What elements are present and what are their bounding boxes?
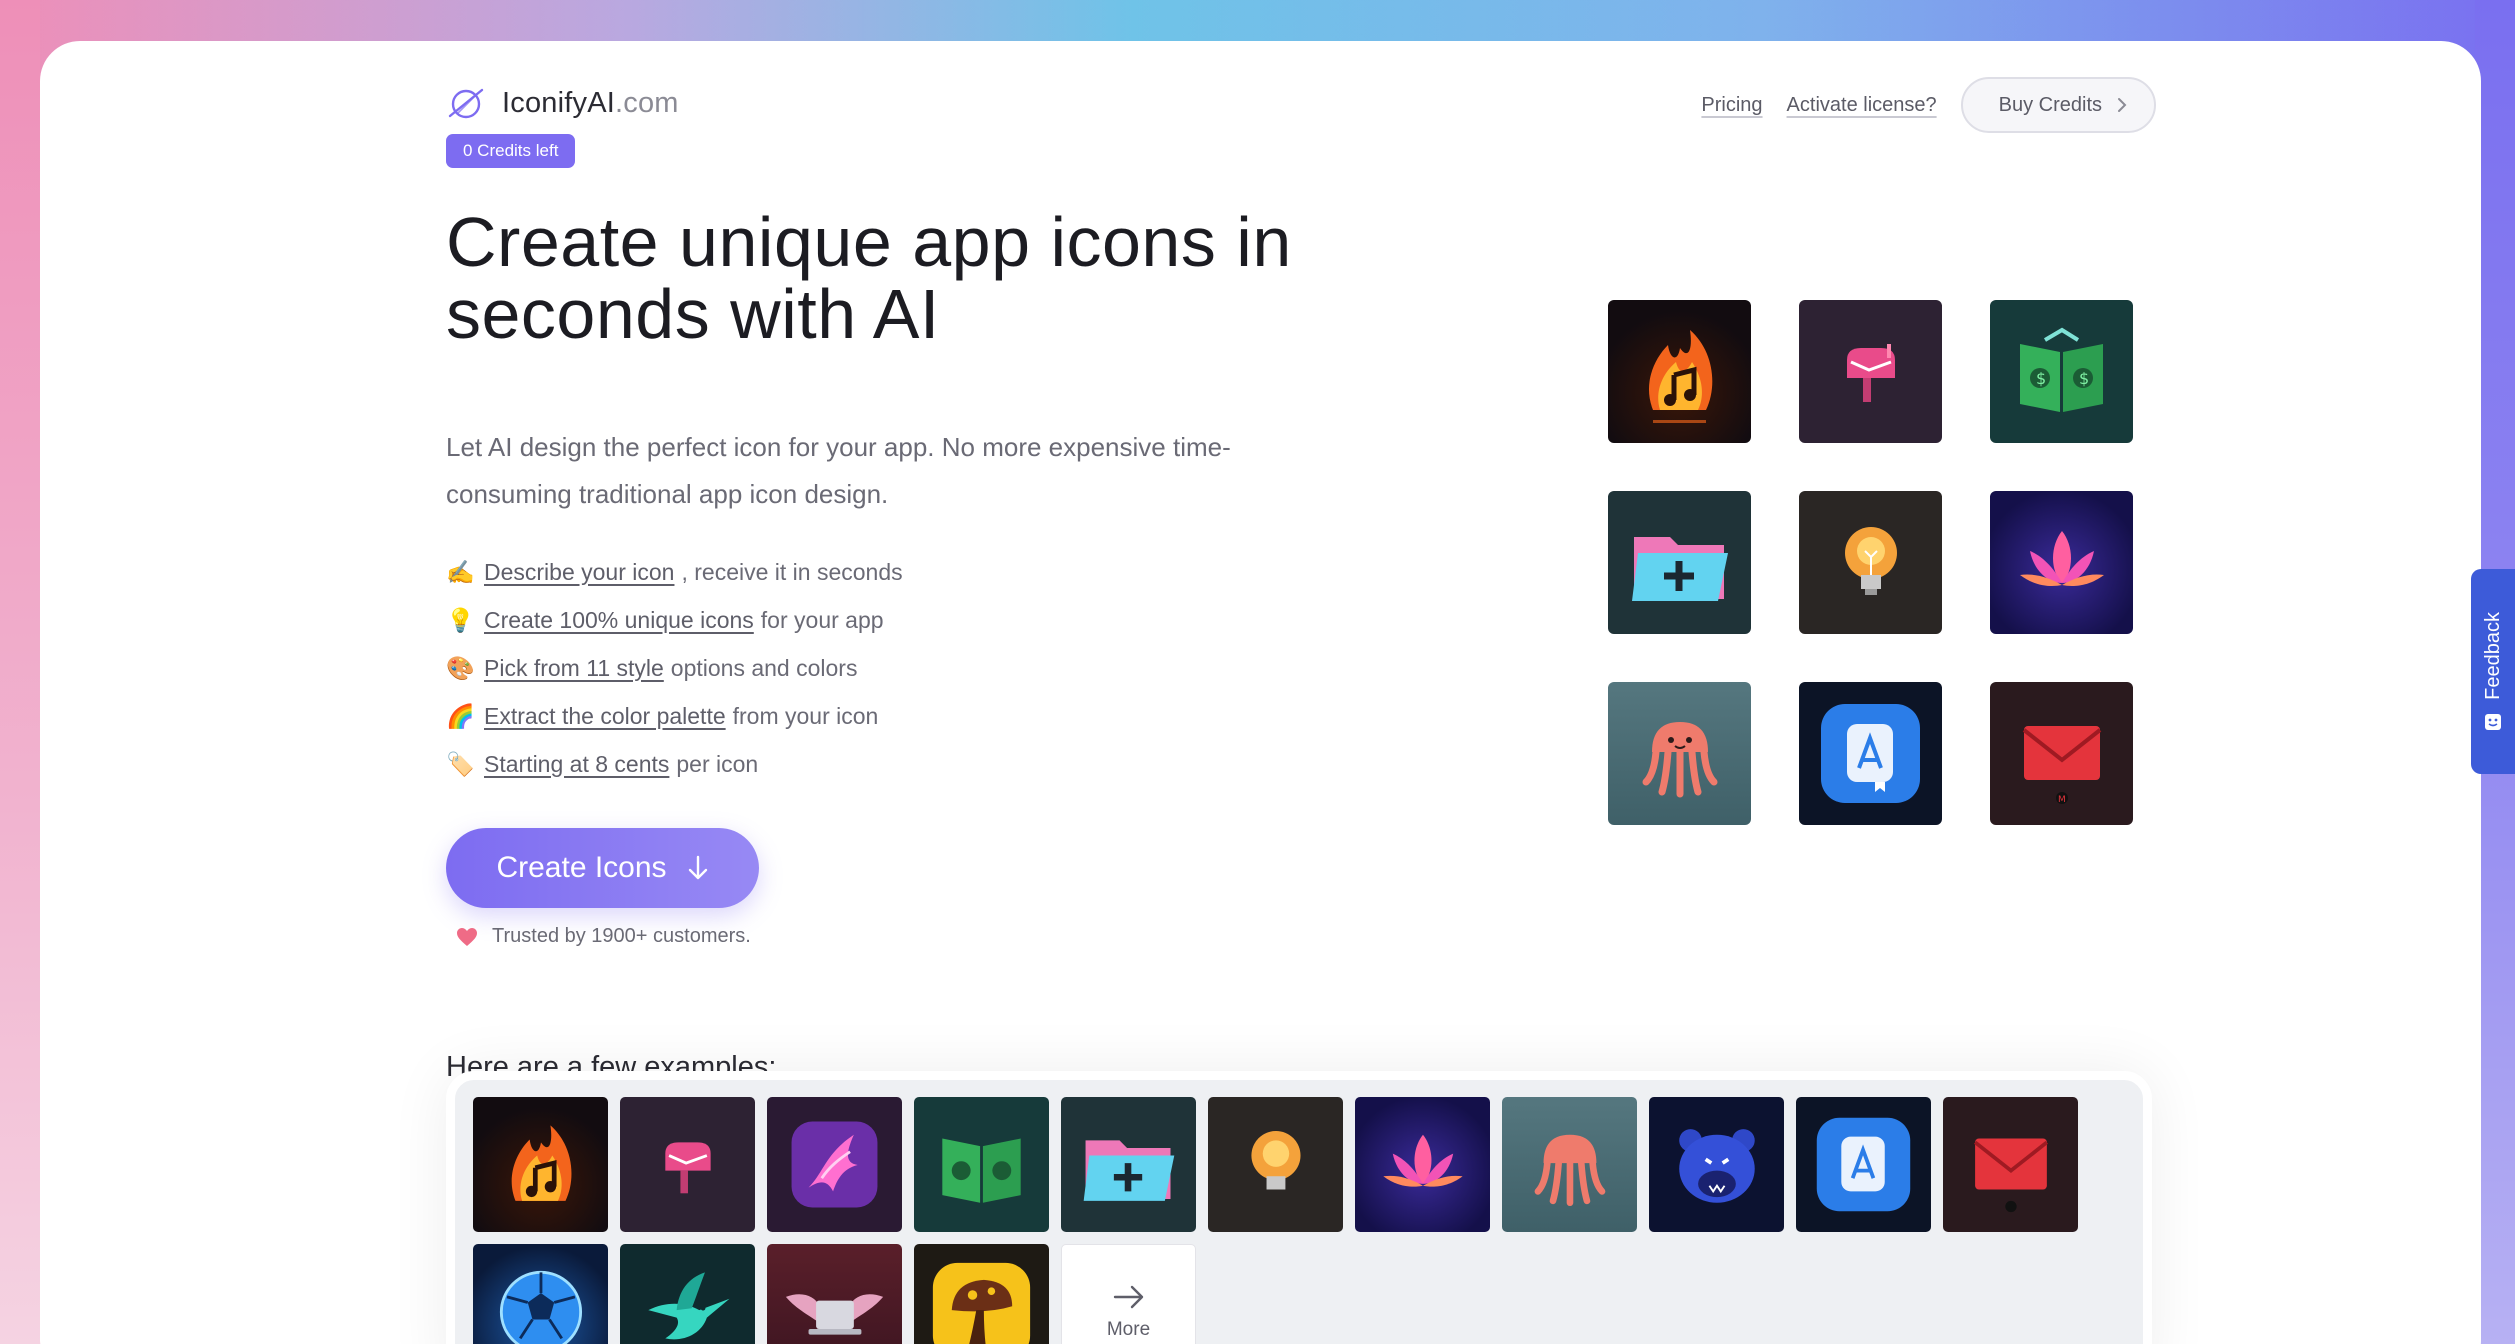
- phoenix-icon[interactable]: [767, 1097, 902, 1232]
- palette-emoji-icon: 🎨: [446, 654, 475, 681]
- money-book-icon: $ $: [1990, 300, 2133, 443]
- label-tag-emoji-icon: 🏷️: [446, 750, 475, 777]
- money-book-icon[interactable]: [914, 1097, 1049, 1232]
- feature-text: per icon: [676, 750, 759, 777]
- lightbulb-icon: [1799, 491, 1942, 634]
- feature-item: ✍️ Describe your icon , receive it in seco…: [446, 548, 903, 596]
- feature-text: from your icon: [732, 702, 879, 729]
- more-label: More: [1106, 1318, 1151, 1340]
- feature-text: options and colors: [670, 654, 858, 681]
- hero-title: Create unique app icons in seconds with …: [446, 203, 1292, 353]
- hummingbird-icon[interactable]: [620, 1244, 755, 1344]
- mailbox-icon[interactable]: [620, 1097, 755, 1232]
- page-content: IconifyAI.com 0 Credits left Pricing Act…: [446, 41, 2156, 1344]
- examples-row: [473, 1097, 2078, 1232]
- app-store-book-icon[interactable]: [1796, 1097, 1931, 1232]
- logo-mark-icon: [448, 88, 484, 119]
- jellyfish-icon: [1608, 682, 1751, 825]
- lightbulb-emoji-icon: 💡: [446, 606, 475, 633]
- feature-item: 💡 Create 100% unique icons for your app: [446, 596, 903, 644]
- fire-music-icon[interactable]: [473, 1097, 608, 1232]
- trusted-text: Trusted by 1900+ customers.: [492, 925, 751, 947]
- writing-hand-icon: ✍️: [446, 558, 475, 585]
- background-gradient-left: [0, 0, 40, 1344]
- feature-link[interactable]: Extract the color palette: [484, 703, 726, 730]
- soccer-ball-icon[interactable]: [473, 1244, 608, 1344]
- activate-license-link[interactable]: Activate license?: [1787, 94, 1937, 117]
- feature-text: for your app: [760, 606, 884, 633]
- logo-text: IconifyAI.com: [502, 87, 679, 120]
- feature-link[interactable]: Create 100% unique icons: [484, 607, 754, 634]
- feature-list: ✍️ Describe your icon , receive it in seco…: [446, 548, 903, 788]
- svg-text:$: $: [2036, 369, 2046, 388]
- bear-icon[interactable]: [1649, 1097, 1784, 1232]
- envelope-icon: M: [1990, 682, 2133, 825]
- heart-icon: [457, 927, 477, 946]
- hero-subtitle: Let AI design the perfect icon for your …: [446, 432, 1231, 509]
- fire-music-icon: [1608, 300, 1751, 443]
- envelope-icon[interactable]: [1943, 1097, 2078, 1232]
- arrow-right-icon: [1113, 1285, 1143, 1308]
- chevron-right-icon: [2118, 98, 2127, 112]
- feature-item: 🎨 Pick from 11 style options and colors: [446, 644, 903, 692]
- main-card: IconifyAI.com 0 Credits left Pricing Act…: [40, 41, 2481, 1344]
- examples-row: More: [473, 1244, 1196, 1344]
- rainbow-emoji-icon: 🌈: [446, 702, 475, 729]
- top-nav: Pricing Activate license? Buy Credits: [1701, 77, 2156, 133]
- svg-text:$: $: [2079, 369, 2089, 388]
- feature-link[interactable]: Starting at 8 cents: [484, 751, 669, 778]
- feature-link[interactable]: Pick from 11 style: [484, 655, 664, 682]
- create-icons-label: Create Icons: [496, 851, 667, 884]
- create-icons-button[interactable]: Create Icons: [446, 828, 759, 908]
- lotus-icon: [1990, 491, 2133, 634]
- credits-badge: 0 Credits left: [446, 134, 576, 168]
- examples-panel: More: [446, 1071, 2152, 1344]
- arrow-down-icon: [688, 855, 707, 880]
- feature-text: , receive it in seconds: [681, 558, 903, 585]
- smiley-icon: [2485, 714, 2501, 731]
- feedback-label: Feedback: [2481, 611, 2504, 700]
- showcase-icon-grid: $ $ M: [1608, 300, 2133, 825]
- mushroom-icon[interactable]: [914, 1244, 1049, 1344]
- logo[interactable]: IconifyAI.com: [446, 83, 679, 123]
- mailbox-icon: [1799, 300, 1942, 443]
- winged-laptop-icon[interactable]: [767, 1244, 902, 1344]
- more-examples-button[interactable]: More: [1061, 1244, 1196, 1344]
- brand-domain: .com: [615, 86, 679, 119]
- folder-plus-icon: [1608, 491, 1751, 634]
- pricing-link[interactable]: Pricing: [1701, 94, 1762, 117]
- feedback-tab[interactable]: Feedback: [2471, 569, 2515, 774]
- lightbulb-icon[interactable]: [1208, 1097, 1343, 1232]
- app-store-book-icon: [1799, 682, 1942, 825]
- buy-credits-button[interactable]: Buy Credits: [1960, 77, 2156, 133]
- feature-item: 🌈 Extract the color palette from your icon: [446, 692, 903, 740]
- lotus-icon[interactable]: [1355, 1097, 1490, 1232]
- folder-plus-icon[interactable]: [1061, 1097, 1196, 1232]
- jellyfish-icon[interactable]: [1502, 1097, 1637, 1232]
- trusted-note: Trusted by 1900+ customers.: [456, 925, 751, 948]
- buy-credits-label: Buy Credits: [1998, 93, 2102, 116]
- feature-link[interactable]: Describe your icon: [484, 559, 674, 586]
- svg-text:M: M: [2058, 795, 2066, 805]
- brand-name: IconifyAI: [502, 86, 616, 119]
- feature-item: 🏷️ Starting at 8 cents per icon: [446, 740, 903, 788]
